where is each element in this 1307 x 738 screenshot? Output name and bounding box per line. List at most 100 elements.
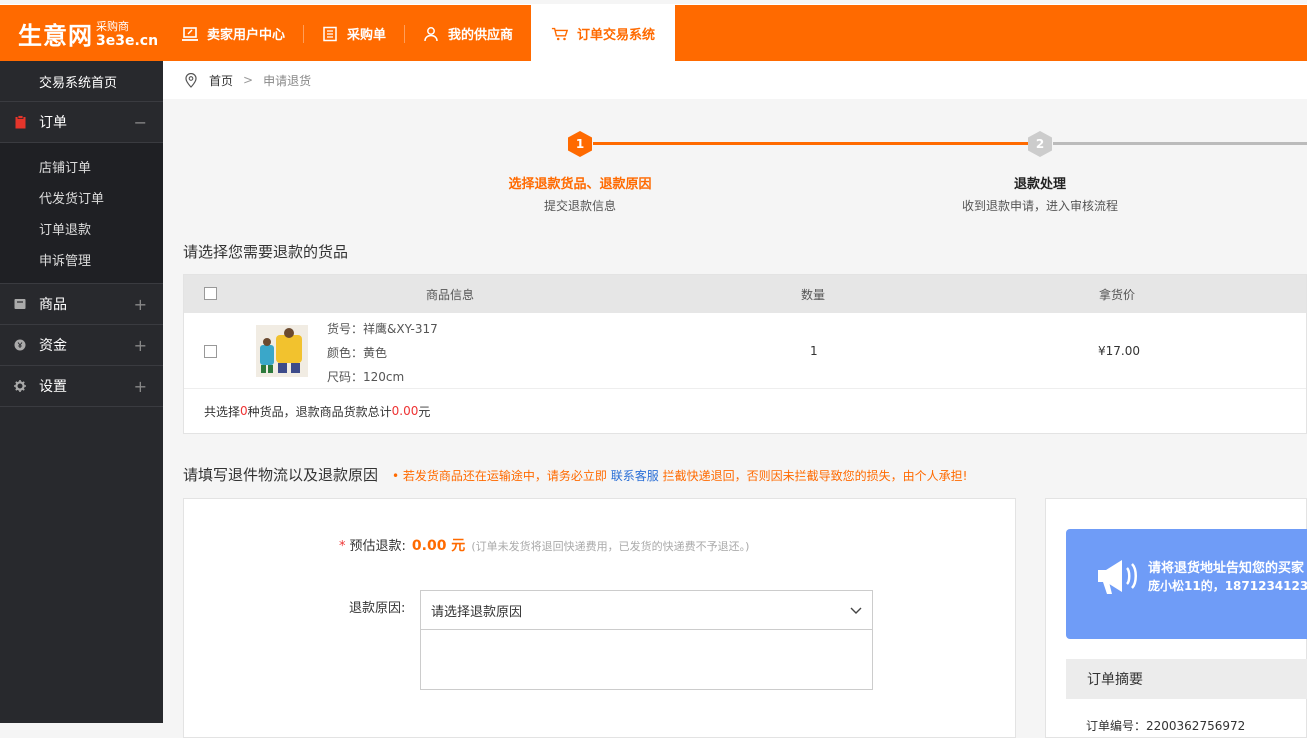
footer-text: 种货品，退款商品货款总计 <box>247 404 392 419</box>
sidebar-item-order-refund[interactable]: 订单退款 <box>0 213 163 244</box>
logistics-heading: 请填写退件物流以及退款原因 • 若发货商品还在运输途中，请务必立即 联系客服 拦… <box>183 464 967 485</box>
product-price: ¥17.00 <box>1098 344 1140 358</box>
refund-note: (订单未发货将退回快递费用，已发货的快递费不予退还。) <box>471 540 750 553</box>
chevron-down-icon <box>850 604 862 619</box>
collapse-icon[interactable]: − <box>134 113 147 132</box>
sidebar: 交易系统首页 订单 − 店铺订单 代发货订单 订单退款 申诉管理 商品 + 资金… <box>0 61 163 723</box>
step-1-title: 选择退款货品、退款原因 <box>508 177 652 192</box>
step-2-number: 2 <box>1035 137 1045 151</box>
clipboard-icon <box>14 115 26 129</box>
total-amount: 0.00 <box>391 404 419 418</box>
refund-estimate-row: * 预估退款: 0.00 元 (订单未发货将退回快递费用，已发货的快递费不予退还… <box>339 535 749 555</box>
site-logo[interactable]: 生意网 采购商 3e3e.cn <box>0 5 163 62</box>
reason-textarea[interactable] <box>420 629 873 690</box>
sidebar-group-label: 商品 <box>39 297 67 313</box>
main-nav: 卖家用户中心 采购单 我的供应商 订单交易系统 <box>163 5 676 62</box>
select-all-checkbox[interactable] <box>204 287 217 300</box>
main-content: 1 2 选择退款货品、退款原因 提交退款信息 退款处理 收到退款申请，进入审核流… <box>163 99 1307 738</box>
step-1-marker: 1 <box>566 130 594 158</box>
required-mark: * <box>339 539 346 554</box>
location-pin-icon <box>185 72 197 88</box>
step-line-inactive <box>1053 142 1307 145</box>
product-icon <box>14 297 26 311</box>
sidebar-item-store-orders[interactable]: 店铺订单 <box>0 151 163 182</box>
logo-sub2: 3e3e.cn <box>96 32 159 49</box>
sidebar-item-dropship-orders[interactable]: 代发货订单 <box>0 182 163 213</box>
top-bar: 生意网 采购商 3e3e.cn 卖家用户中心 采购单 我的供应商 订单交易系统 <box>0 4 1307 62</box>
nav-tab-my-suppliers[interactable]: 我的供应商 <box>404 5 531 62</box>
product-quantity: 1 <box>810 344 818 358</box>
sidebar-group-funds[interactable]: 资金 + <box>0 325 163 366</box>
sidebar-item-complaints[interactable]: 申诉管理 <box>0 244 163 275</box>
expand-icon[interactable]: + <box>134 295 147 314</box>
table-row: 货号：祥鹰&XY-317 颜色：黄色 尺码：120cm 1 ¥17.00 <box>184 313 1306 389</box>
footer-text: 共选择 <box>204 404 241 419</box>
notice-line-1: 请将退货地址告知您的买家 <box>1148 561 1305 576</box>
sidebar-group-label: 设置 <box>39 379 67 395</box>
user-icon <box>422 25 440 43</box>
goods-table-footer: 共选择 0 种货品，退款商品货款总计 0.00 元 <box>184 389 1306 433</box>
refund-form: * 预估退款: 0.00 元 (订单未发货将退回快递费用，已发货的快递费不予退还… <box>183 498 1016 738</box>
logistics-section-title: 请填写退件物流以及退款原因 <box>183 466 379 484</box>
header-goods-info: 商品信息 <box>426 287 475 302</box>
logistics-warning: • 若发货商品还在运输途中，请务必立即 联系客服 拦截快递退回，否则因未拦截导致… <box>392 467 967 484</box>
list-icon <box>321 25 339 43</box>
nav-tab-purchase-list[interactable]: 采购单 <box>303 5 404 62</box>
yen-coin-icon <box>14 338 26 352</box>
breadcrumb-separator: > <box>243 73 254 87</box>
logo-sub1: 采购商 <box>96 19 129 33</box>
notice-line-2: 庞小松11的，18712341238， <box>1148 579 1307 593</box>
nav-tab-label: 采购单 <box>347 28 387 43</box>
product-thumbnail[interactable] <box>256 325 308 377</box>
expand-icon[interactable]: + <box>134 336 147 355</box>
reason-select-value: 请选择退款原因 <box>431 604 523 620</box>
product-size: 尺码：120cm <box>327 370 405 384</box>
step-1-number: 1 <box>575 137 585 151</box>
order-summary-header: 订单摘要 <box>1066 659 1307 699</box>
product-color: 颜色：黄色 <box>327 346 388 360</box>
logo-main: 生意网 <box>18 21 93 50</box>
contact-service-link[interactable]: 联系客服 <box>611 469 659 483</box>
nav-tab-seller-center[interactable]: 卖家用户中心 <box>163 5 303 62</box>
return-address-notice: 请将退货地址告知您的买家 庞小松11的，18712341238， <box>1066 529 1307 639</box>
gear-icon <box>14 379 26 393</box>
sidebar-submenu-orders: 店铺订单 代发货订单 订单退款 申诉管理 <box>0 143 163 284</box>
nav-tab-label: 卖家用户中心 <box>207 28 286 43</box>
step-line-active <box>593 142 1033 145</box>
product-sku: 货号：祥鹰&XY-317 <box>327 322 438 336</box>
order-number: 订单编号：2200362756972 <box>1086 719 1246 731</box>
sidebar-group-products[interactable]: 商品 + <box>0 284 163 325</box>
sidebar-group-settings[interactable]: 设置 + <box>0 366 163 407</box>
sidebar-group-label: 订单 <box>39 115 67 131</box>
step-1-desc: 提交退款信息 <box>543 199 616 213</box>
sidebar-item-home[interactable]: 交易系统首页 <box>0 61 163 102</box>
warning-text: 拦截快递退回，否则因未拦截导致您的损失，由个人承担! <box>658 469 968 483</box>
nav-tab-order-system[interactable]: 订单交易系统 <box>531 5 676 62</box>
header-quantity: 数量 <box>801 287 826 302</box>
goods-table: 商品信息 数量 拿货价 货号：祥鹰&XY-317 颜色：黄色 尺码：120cm … <box>183 274 1307 434</box>
nav-tab-label: 我的供应商 <box>448 28 514 43</box>
selected-count: 0 <box>240 404 248 418</box>
footer-text: 元 <box>418 404 431 419</box>
goods-table-header: 商品信息 数量 拿货价 <box>184 275 1306 313</box>
refund-label: 预估退款: <box>349 539 406 554</box>
return-info-panel: 请将退货地址告知您的买家 庞小松11的，18712341238， 订单摘要 订单… <box>1045 498 1307 738</box>
nav-tab-label: 订单交易系统 <box>577 28 656 43</box>
step-2-marker: 2 <box>1026 130 1054 158</box>
goods-section-title: 请选择您需要退款的货品 <box>183 243 349 261</box>
step-2-title: 退款处理 <box>1013 177 1066 192</box>
cart-icon <box>551 25 569 43</box>
reason-select[interactable]: 请选择退款原因 <box>420 590 873 630</box>
laptop-icon <box>181 25 199 43</box>
breadcrumb-home[interactable]: 首页 <box>209 72 233 89</box>
row-checkbox[interactable] <box>204 345 217 358</box>
warning-text: • 若发货商品还在运输途中，请务必立即 <box>392 469 611 483</box>
reason-label: 退款原因: <box>349 601 406 616</box>
progress-steps: 1 2 选择退款货品、退款原因 提交退款信息 退款处理 收到退款申请，进入审核流… <box>163 99 1307 229</box>
refund-amount: 0.00 元 <box>411 538 466 554</box>
step-2-desc: 收到退款申请，进入审核流程 <box>961 199 1118 213</box>
megaphone-icon <box>1094 553 1140 603</box>
breadcrumb: 首页 > 申请退货 <box>163 61 1307 99</box>
sidebar-group-orders[interactable]: 订单 − <box>0 102 163 143</box>
expand-icon[interactable]: + <box>134 377 147 396</box>
